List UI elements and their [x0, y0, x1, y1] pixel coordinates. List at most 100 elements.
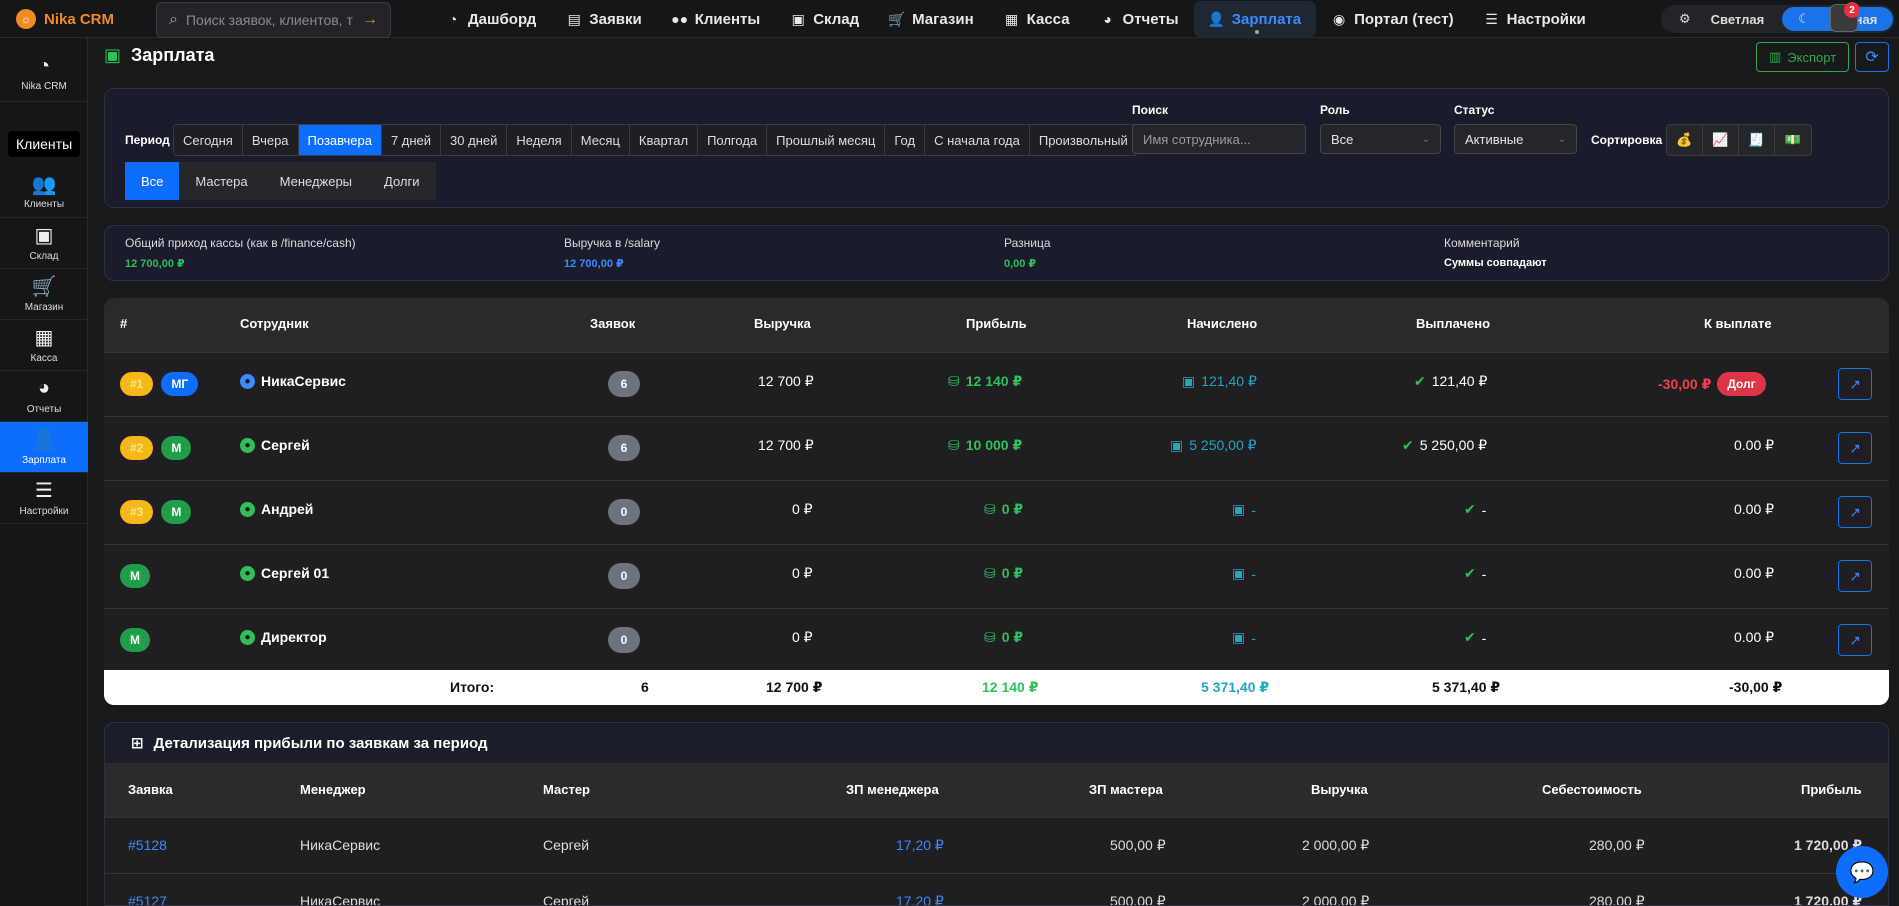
- sidebar-tooltip: Клиенты: [8, 131, 81, 157]
- sidebar-item-salary[interactable]: 👤 Зарплата: [0, 422, 88, 473]
- open-employee-button[interactable]: ↗: [1838, 432, 1872, 464]
- paid-value: -: [1481, 629, 1487, 646]
- theme-light-button[interactable]: ⚙ Светлая: [1663, 7, 1780, 31]
- nav-item-portal[interactable]: ◉ Портал (тест): [1316, 1, 1468, 37]
- period-year[interactable]: Год: [885, 125, 926, 155]
- detail-col-master: Мастер: [543, 782, 590, 797]
- nav-item-reports[interactable]: ◕ Отчеты: [1085, 1, 1194, 37]
- refresh-button[interactable]: ⟳: [1855, 42, 1889, 72]
- col-header-employee[interactable]: Сотрудник: [240, 316, 309, 331]
- tab-all[interactable]: Все: [125, 162, 180, 200]
- order-link[interactable]: #5128: [128, 837, 167, 853]
- period-quarter[interactable]: Квартал: [629, 125, 699, 155]
- period-7days[interactable]: 7 дней: [381, 125, 442, 155]
- brand[interactable]: ☼ Nika CRM: [16, 9, 114, 29]
- chat-button[interactable]: 💬: [1836, 846, 1888, 898]
- sidebar-item-clients[interactable]: 👥 Клиенты: [0, 166, 88, 218]
- sidebar-item-cash[interactable]: ▦ Касса: [0, 320, 88, 371]
- detail-manager-pay: 17,20 ₽: [896, 893, 944, 906]
- sidebar-item-shop[interactable]: 🛒 Магазин: [0, 269, 88, 320]
- col-header-orders[interactable]: Заявок: [590, 316, 635, 331]
- detail-cost: 280,00 ₽: [1589, 893, 1645, 906]
- period-day-before[interactable]: Позавчера: [298, 125, 382, 155]
- banknote-icon: ▣: [1170, 437, 1184, 453]
- period-yesterday[interactable]: Вчера: [242, 125, 299, 155]
- coins-icon: ⛁: [948, 373, 960, 389]
- col-header-paid[interactable]: Выплачено: [1416, 316, 1490, 331]
- sidebar-item-label: Склад: [29, 250, 59, 262]
- detail-manager-pay: 17,20 ₽: [896, 837, 944, 853]
- open-employee-button[interactable]: ↗: [1838, 368, 1872, 400]
- global-search-input[interactable]: ⌕ Поиск заявок, клиентов, т →: [156, 2, 391, 38]
- tab-managers[interactable]: Менеджеры: [263, 162, 369, 200]
- nav-item-cash[interactable]: ▦ Касса: [989, 1, 1085, 37]
- nav-item-orders[interactable]: ▤ Заявки: [551, 1, 656, 37]
- export-button[interactable]: ▥ Экспорт: [1756, 42, 1850, 72]
- debt-badge: Долг: [1717, 372, 1766, 396]
- summary-diff-value: 0,00 ₽: [1004, 258, 1037, 270]
- sidebar-item-reports[interactable]: ◕ Отчеты: [0, 371, 88, 422]
- nav-item-dashboard[interactable]: ◔ Дашборд: [430, 1, 551, 37]
- role-select[interactable]: Все ⌄: [1320, 124, 1441, 154]
- open-employee-button[interactable]: ↗: [1838, 496, 1872, 528]
- sidebar-item-label: Магазин: [24, 301, 64, 313]
- sort-by-revenue-button[interactable]: 📈: [1703, 125, 1739, 155]
- detail-col-master-pay: ЗП мастера: [1089, 782, 1163, 797]
- coins-icon: ⛁: [984, 501, 996, 517]
- accrued-value: -: [1251, 629, 1256, 646]
- col-header-accrued[interactable]: Начислено: [1187, 316, 1257, 331]
- tab-masters[interactable]: Мастера: [179, 162, 264, 200]
- period-half-year[interactable]: Полгода: [698, 125, 768, 155]
- total-paid: 5 371,40 ₽: [1432, 679, 1501, 695]
- summary-salary: Выручка в /salary 12 700,00 ₽: [564, 236, 660, 270]
- global-search-placeholder: Поиск заявок, клиентов, т: [185, 12, 353, 28]
- order-link[interactable]: #5127: [128, 893, 167, 905]
- nav-item-settings[interactable]: ☰ Настройки: [1469, 1, 1601, 37]
- nav-item-shop[interactable]: 🛒 Магазин: [874, 1, 989, 37]
- group-tabs: Все Мастера Менеджеры Долги: [125, 162, 436, 200]
- sort-by-profit-button[interactable]: 💰: [1667, 125, 1703, 155]
- employee-name[interactable]: Сергей 01: [261, 565, 329, 581]
- employee-name[interactable]: Директор: [261, 629, 327, 645]
- period-today[interactable]: Сегодня: [174, 125, 243, 155]
- chevron-down-icon: ⌄: [1421, 133, 1430, 145]
- nav-item-warehouse[interactable]: ▣ Склад: [775, 1, 874, 37]
- period-custom[interactable]: Произвольный: [1029, 125, 1137, 155]
- sidebar-item-warehouse[interactable]: ▣ Склад: [0, 218, 88, 269]
- open-employee-button[interactable]: ↗: [1838, 560, 1872, 592]
- col-header-revenue[interactable]: Выручка: [754, 316, 811, 331]
- profit-detail-panel: ⊞ Детализация прибыли по заявкам за пери…: [104, 722, 1889, 906]
- employee-name[interactable]: Андрей: [261, 501, 313, 517]
- period-30days[interactable]: 30 дней: [441, 125, 508, 155]
- role-badge: М: [120, 628, 150, 652]
- employee-search-input[interactable]: Имя сотрудника...: [1132, 124, 1306, 154]
- due-value: -30,00 ₽: [1658, 375, 1712, 392]
- sidebar-item-settings[interactable]: ☰ Настройки: [0, 473, 88, 524]
- table-header: # Сотрудник Заявок Выручка Прибыль Начис…: [104, 298, 1889, 352]
- summary-salary-value: 12 700,00 ₽: [564, 258, 624, 270]
- nav-item-salary[interactable]: 👤 Зарплата: [1193, 1, 1317, 37]
- status-select[interactable]: Активные ⌄: [1454, 124, 1577, 154]
- period-ytd[interactable]: С начала года: [925, 125, 1030, 155]
- open-employee-button[interactable]: ↗: [1838, 624, 1872, 656]
- summary-cash-value: 12 700,00 ₽: [125, 258, 185, 270]
- search-go-icon[interactable]: →: [362, 11, 378, 29]
- employee-name[interactable]: НикаСервис: [261, 373, 346, 389]
- paid-value: -: [1481, 501, 1487, 518]
- col-header-due[interactable]: К выплате: [1704, 316, 1772, 331]
- col-header-profit[interactable]: Прибыль: [966, 316, 1027, 331]
- sort-by-payout-button[interactable]: 💵: [1775, 125, 1811, 155]
- period-week[interactable]: Неделя: [507, 125, 572, 155]
- due-value: 0.00 ₽: [1734, 565, 1775, 581]
- period-last-month[interactable]: Прошлый месяц: [767, 125, 886, 155]
- sort-by-orders-button[interactable]: 🧾: [1739, 125, 1775, 155]
- employee-name[interactable]: Сергей: [261, 437, 310, 453]
- role-badge: М: [120, 564, 150, 588]
- nav-item-clients[interactable]: ●● Клиенты: [657, 1, 775, 37]
- notifications-badge: 2: [1844, 2, 1860, 18]
- rank-badge: #3: [120, 500, 154, 524]
- period-month[interactable]: Месяц: [571, 125, 630, 155]
- sidebar-item-dashboard[interactable]: ◔ Nika CRM: [0, 46, 88, 102]
- tab-debts[interactable]: Долги: [368, 162, 436, 200]
- external-link-icon: ↗: [1849, 567, 1861, 584]
